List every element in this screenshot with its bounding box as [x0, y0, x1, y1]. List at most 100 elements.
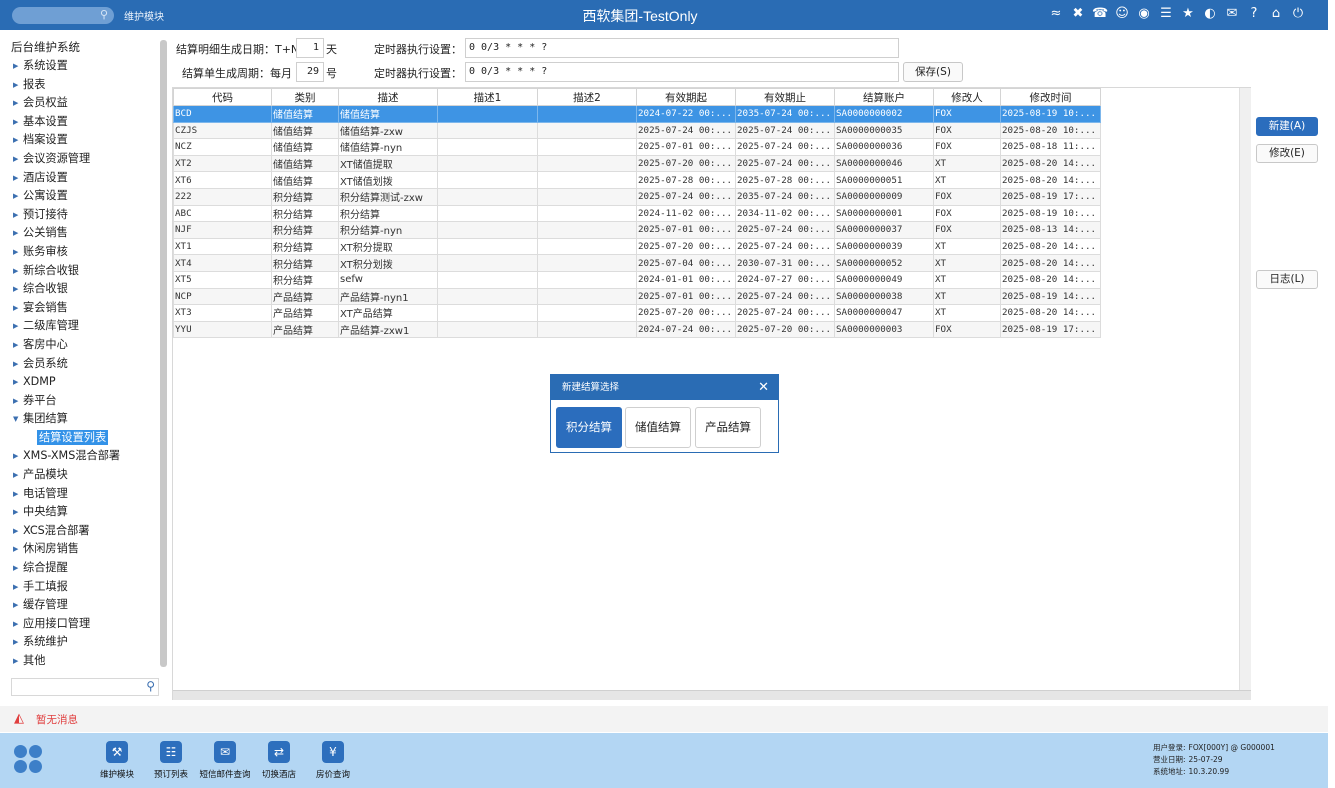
sidebar-item[interactable]: ▶ 客房中心: [11, 336, 120, 355]
dock-item[interactable]: ⚒ 维护模块: [90, 741, 144, 780]
grid-horizontal-scrollbar[interactable]: [173, 690, 1251, 700]
caret-right-icon[interactable]: ▶: [13, 652, 18, 671]
sidebar-item[interactable]: ▶ XMS-XMS混合部署: [11, 447, 120, 466]
price-icon[interactable]: ¥: [322, 741, 344, 763]
caret-right-icon[interactable]: ▶: [13, 243, 18, 262]
sidebar-item[interactable]: ▶ 综合提醒: [11, 559, 120, 578]
tools-icon[interactable]: ✖: [1070, 6, 1086, 22]
sidebar-item[interactable]: ▶ 酒店设置: [11, 169, 120, 188]
sidebar-item[interactable]: ▶ 档案设置: [11, 131, 120, 150]
menu-icon[interactable]: ☰: [1158, 6, 1174, 22]
caret-right-icon[interactable]: ▶: [13, 596, 18, 615]
table-row[interactable]: XT1 积分结算 XT积分提取 2025-07-20 00:... 2025-07-24…: [173, 237, 1101, 256]
sidebar-item[interactable]: ▶ 综合收银: [11, 280, 120, 299]
caret-right-icon[interactable]: ▶: [13, 169, 18, 188]
mail-icon[interactable]: ✉: [1224, 6, 1240, 22]
caret-right-icon[interactable]: ▶: [13, 466, 18, 485]
column-header[interactable]: 描述1: [437, 88, 538, 106]
close-icon[interactable]: ✕: [758, 375, 769, 400]
caret-right-icon[interactable]: ▶: [13, 578, 18, 597]
column-header[interactable]: 类别: [271, 88, 339, 106]
caret-right-icon[interactable]: ▶: [13, 131, 18, 150]
sidebar-search-input[interactable]: ⚲: [11, 678, 159, 696]
dialog-option-button[interactable]: 储值结算: [625, 407, 691, 448]
chat-icon[interactable]: ☺: [1114, 6, 1130, 22]
table-row[interactable]: YYU 产品结算 产品结算-zxw1 2024-07-24 00:... 2025-07…: [173, 320, 1101, 339]
sidebar-item[interactable]: ▶ 新综合收银: [11, 262, 120, 281]
sidebar-scrollbar[interactable]: [160, 40, 167, 667]
table-row[interactable]: NCP 产品结算 产品结算-nyn1 2025-07-01 00:... 2025-07…: [173, 287, 1101, 306]
table-row[interactable]: CZJS 储值结算 储值结算-zxw 2025-07-24 00:... 2025-07…: [173, 121, 1101, 140]
caret-right-icon[interactable]: ▶: [13, 615, 18, 634]
table-row[interactable]: XT6 储值结算 XT储值划拨 2025-07-28 00:... 2025-07-28…: [173, 171, 1101, 189]
caret-right-icon[interactable]: ▶: [13, 559, 18, 578]
home-icon[interactable]: ⌂: [1268, 6, 1284, 22]
save-button[interactable]: 保存(S): [903, 62, 963, 82]
sidebar-item[interactable]: ▶ 券平台: [11, 392, 120, 411]
table-row[interactable]: ABC 积分结算 积分结算 2024-11-02 00:... 2034-11-02 0…: [173, 204, 1101, 223]
table-row[interactable]: XT3 产品结算 XT产品结算 2025-07-20 00:... 2025-07-24…: [173, 304, 1101, 322]
sidebar-item[interactable]: ▶ 其他: [11, 652, 120, 671]
caret-right-icon[interactable]: ▶: [13, 540, 18, 559]
caret-right-icon[interactable]: ▶: [13, 113, 18, 132]
sidebar-item[interactable]: ▶ 账务审核: [11, 243, 120, 262]
caret-right-icon[interactable]: ▶: [13, 150, 18, 169]
message-text[interactable]: 暂无消息: [36, 712, 78, 727]
sidebar-item[interactable]: ▶ 系统维护: [11, 633, 120, 652]
timer2-input[interactable]: 0 0/3 * * * ?: [465, 62, 899, 82]
power-icon[interactable]: ⏻: [1290, 6, 1306, 22]
caret-right-icon[interactable]: ▶: [13, 187, 18, 206]
speaker-icon[interactable]: ◭: [14, 711, 24, 726]
switch-icon[interactable]: ⇄: [268, 741, 290, 763]
column-header[interactable]: 修改人: [933, 88, 1001, 106]
sidebar-item[interactable]: ▶ 手工填报: [11, 578, 120, 597]
column-header[interactable]: 描述2: [537, 88, 637, 106]
column-header[interactable]: 代码: [173, 88, 272, 106]
caret-right-icon[interactable]: ▶: [13, 485, 18, 504]
caret-right-icon[interactable]: ▶: [13, 633, 18, 652]
sidebar-item[interactable]: ▶ XDMP: [11, 373, 120, 392]
caret-right-icon[interactable]: ▶: [13, 206, 18, 225]
table-row[interactable]: BCD 储值结算 储值结算 2024-07-22 00:... 2035-07-24 0…: [173, 105, 1101, 123]
document-icon[interactable]: ☷: [160, 741, 182, 763]
palette-icon[interactable]: ◉: [1136, 6, 1152, 22]
sidebar-item[interactable]: ▶ 二级库管理: [11, 317, 120, 336]
caret-right-icon[interactable]: ▶: [13, 447, 18, 466]
caret-right-icon[interactable]: ▶: [13, 373, 18, 392]
table-row[interactable]: XT5 积分结算 sefw 2024-01-01 00:... 2024-07-27 0…: [173, 270, 1101, 289]
caret-right-icon[interactable]: ▶: [13, 392, 18, 411]
sidebar-item[interactable]: ▶ 公寓设置: [11, 187, 120, 206]
caret-right-icon[interactable]: ▶: [13, 280, 18, 299]
caret-right-icon[interactable]: ▶: [13, 94, 18, 113]
edit-button[interactable]: 修改(E): [1256, 144, 1318, 163]
app-logo-icon[interactable]: [14, 745, 44, 775]
sidebar-item[interactable]: ▶ XCS混合部署: [11, 522, 120, 541]
dock-item[interactable]: ☷ 预订列表: [144, 741, 198, 780]
sidebar-item[interactable]: ▶ 宴会销售: [11, 299, 120, 318]
sidebar-item[interactable]: ▶ 会员权益: [11, 94, 120, 113]
detail-days-input[interactable]: 1: [296, 38, 324, 58]
dock-item[interactable]: ✉ 短信邮件查询: [198, 741, 252, 780]
table-row[interactable]: 222 积分结算 积分结算测试-zxw 2025-07-24 00:... 2035-0…: [173, 187, 1101, 206]
wifi-icon[interactable]: ≈: [1048, 6, 1064, 22]
new-button[interactable]: 新建(A): [1256, 117, 1318, 136]
log-button[interactable]: 日志(L): [1256, 270, 1318, 289]
table-row[interactable]: NCZ 储值结算 储值结算-nyn 2025-07-01 00:... 2025-07-…: [173, 138, 1101, 156]
column-header[interactable]: 有效期起: [636, 88, 736, 106]
sidebar-item[interactable]: ▶ 公关销售: [11, 224, 120, 243]
caret-right-icon[interactable]: ▶: [13, 336, 18, 355]
sidebar-item[interactable]: ▶ 基本设置: [11, 113, 120, 132]
search-icon[interactable]: ⚲: [146, 679, 155, 693]
caret-right-icon[interactable]: ▶: [13, 522, 18, 541]
sidebar-subitem-settlement-list[interactable]: 结算设置列表: [11, 429, 120, 448]
caret-right-icon[interactable]: ▶: [13, 355, 18, 374]
help-icon[interactable]: ?: [1246, 6, 1262, 22]
caret-right-icon[interactable]: ▶: [13, 503, 18, 522]
sidebar-item[interactable]: ▶ 会议资源管理: [11, 150, 120, 169]
dock-item[interactable]: ⇄ 切换酒店: [252, 741, 306, 780]
bill-day-input[interactable]: 29: [296, 62, 324, 82]
caret-right-icon[interactable]: ▶: [13, 262, 18, 281]
sidebar-item[interactable]: ▶ 缓存管理: [11, 596, 120, 615]
caret-down-icon[interactable]: ▼: [13, 410, 18, 429]
sidebar-item[interactable]: ▶ 休闲房销售: [11, 540, 120, 559]
